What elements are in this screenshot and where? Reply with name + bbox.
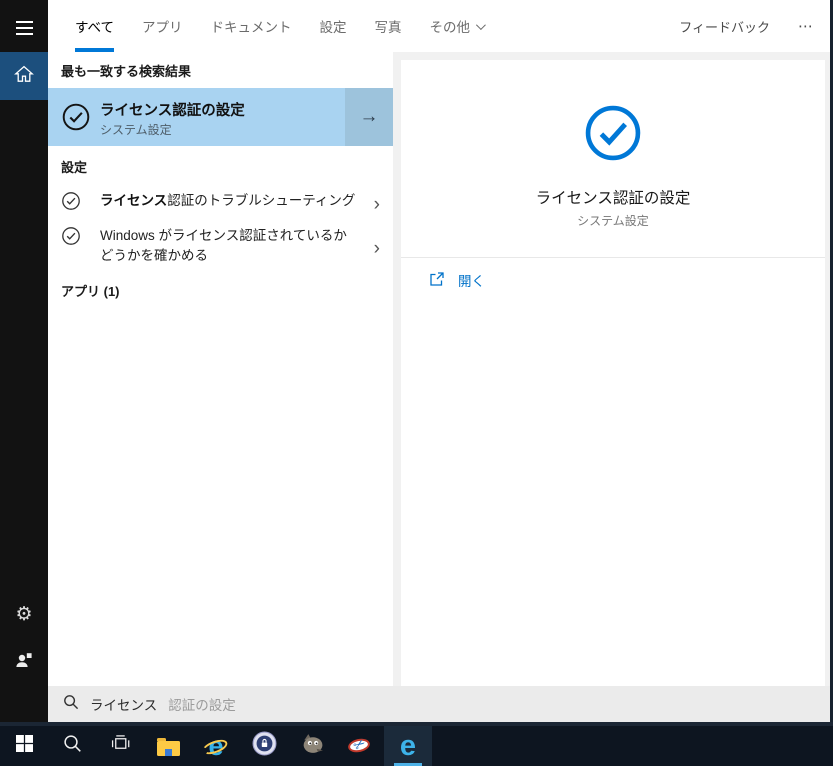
home-icon [14, 64, 34, 89]
left-rail: ⚙ [0, 0, 48, 722]
rail-item-home[interactable] [0, 52, 48, 100]
best-match-subtitle: システム設定 [100, 123, 172, 137]
start-button[interactable] [0, 726, 48, 766]
tab-more[interactable]: その他 [429, 0, 486, 52]
taskbar: e ✂ e [0, 726, 833, 766]
expand-result-button[interactable]: → [345, 88, 393, 146]
gear-icon: ⚙ [15, 603, 33, 625]
rest-text: 認証のトラブルシューティング [167, 193, 356, 208]
feedback-button[interactable]: フィードバック [679, 17, 770, 36]
account-icon [14, 650, 34, 675]
edge-button[interactable]: e [384, 726, 432, 766]
snipping-tool-button[interactable]: ✂ [336, 726, 384, 766]
search-flyout-window: ⚙ すべて アプリ ドキュメント 設定 写真 その他 フィードバック ⋯ 最も一… [0, 0, 833, 766]
preview-title: ライセンス認証の設定 [535, 190, 691, 207]
tab-photos-label: 写真 [374, 20, 402, 35]
filter-tabs: すべて アプリ ドキュメント 設定 写真 その他 [75, 0, 486, 52]
settings-result-check-activation[interactable]: Windows がライセンス認証されているかどうかを確かめる › [48, 224, 393, 272]
task-view-icon [111, 734, 130, 758]
check-circle-icon [61, 226, 81, 251]
tab-photos[interactable]: 写真 [375, 0, 402, 52]
task-view-button[interactable] [96, 726, 144, 766]
hamburger-icon [15, 21, 33, 35]
open-action[interactable]: 開く [429, 270, 485, 290]
best-match-header: 最も一致する検索結果 [61, 64, 192, 79]
results-panel: 最も一致する検索結果 ライセンス認証の設定 システム設定 → 設定 ライセンス認… [48, 52, 393, 686]
rail-item-settings[interactable]: ⚙ [0, 598, 48, 630]
internet-explorer-icon: e [200, 732, 230, 760]
rail-item-account[interactable] [0, 644, 48, 680]
search-input[interactable]: ライセンス 認証の設定 [48, 686, 830, 722]
search-typed-text: ライセンス [90, 698, 158, 713]
result-text: Windows がライセンス認証されているかどうかを確かめる [100, 226, 360, 266]
rest-text: Windows がライセンス認証されているかどうかを確かめる [100, 228, 347, 263]
gimp-icon [300, 731, 325, 761]
search-icon [63, 734, 82, 758]
apps-section-header: アプリ (1) [61, 284, 120, 299]
tab-documents-label: ドキュメント [210, 20, 292, 35]
header-actions: フィードバック ⋯ [679, 0, 814, 52]
settings-section-header: 設定 [61, 160, 88, 175]
check-circle-icon [61, 191, 81, 216]
right-arrow-icon: → [359, 106, 379, 127]
best-match-title: ライセンス認証の設定 [100, 103, 245, 119]
tab-settings-label: 設定 [319, 20, 347, 35]
tab-all[interactable]: すべて [75, 0, 115, 52]
check-circle-icon-large [401, 104, 825, 167]
tab-documents[interactable]: ドキュメント [211, 0, 292, 52]
more-options-button[interactable]: ⋯ [798, 17, 814, 35]
preview-subtitle: システム設定 [577, 214, 649, 228]
search-header: すべて アプリ ドキュメント 設定 写真 その他 フィードバック ⋯ [48, 0, 830, 52]
tab-apps-label: アプリ [142, 20, 183, 35]
hamburger-menu-button[interactable] [0, 12, 48, 44]
chevron-right-icon: › [373, 193, 380, 215]
open-external-icon [429, 271, 445, 290]
open-label: 開く [458, 274, 485, 289]
keepass-lock-icon [252, 731, 277, 761]
edge-icon: e [399, 729, 417, 762]
keepass-button[interactable] [240, 726, 288, 766]
search-icon [63, 694, 79, 715]
snipping-tool-icon: ✂ [346, 735, 373, 757]
file-explorer-button[interactable] [144, 726, 192, 766]
chevron-down-icon [475, 19, 486, 30]
gimp-button[interactable] [288, 726, 336, 766]
taskbar-search-button[interactable] [48, 726, 96, 766]
chevron-right-icon: › [373, 237, 380, 259]
tab-settings[interactable]: 設定 [320, 0, 347, 52]
settings-result-troubleshoot[interactable]: ライセンス認証のトラブルシューティング › [48, 189, 393, 219]
matched-text: ライセンス [100, 193, 168, 208]
best-match-result[interactable]: ライセンス認証の設定 システム設定 → [48, 88, 393, 146]
search-suggestion-text: 認証の設定 [168, 698, 236, 713]
file-explorer-icon [156, 737, 180, 756]
divider [401, 257, 825, 258]
results-area: 最も一致する検索結果 ライセンス認証の設定 システム設定 → 設定 ライセンス認… [48, 52, 830, 722]
check-circle-icon [61, 102, 91, 137]
internet-explorer-button[interactable]: e [192, 726, 240, 766]
tab-more-label: その他 [429, 20, 471, 35]
result-text: ライセンス認証のトラブルシューティング [100, 191, 355, 211]
preview-panel: ライセンス認証の設定 システム設定 開く [401, 60, 825, 686]
tab-all-label: すべて [75, 20, 115, 35]
windows-logo-icon [15, 735, 33, 757]
tab-apps[interactable]: アプリ [142, 0, 183, 52]
